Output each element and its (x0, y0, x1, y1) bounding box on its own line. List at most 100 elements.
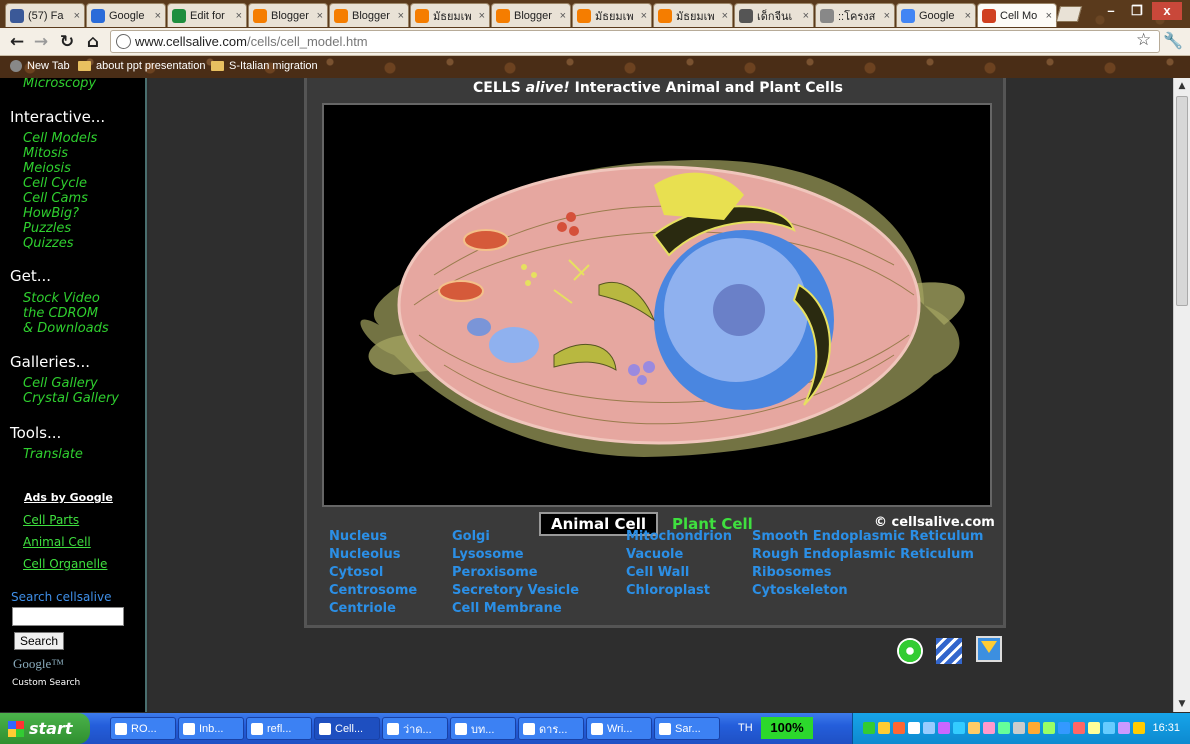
ad-link-0[interactable]: Cell Parts (23, 513, 79, 527)
tab-11[interactable]: Google × (896, 3, 976, 27)
sidebar-item-get-1[interactable]: the CDROM (23, 306, 98, 321)
address-bar[interactable]: www.cellsalive.com/cells/cell_model.htm (110, 30, 1160, 53)
tab-12[interactable]: Cell Mo × (977, 3, 1057, 27)
nucleolus-shape[interactable] (713, 284, 765, 336)
bookmark-new-tab[interactable]: New Tab (10, 60, 70, 72)
tab-2[interactable]: Edit for × (167, 3, 247, 27)
cell-part-link[interactable]: Golgi (452, 529, 490, 544)
tray-icon[interactable] (893, 722, 905, 734)
cell-part-link[interactable]: Cytosol (329, 565, 383, 580)
vertical-scrollbar[interactable]: ▲ ▼ (1173, 78, 1190, 712)
start-button[interactable]: start (0, 713, 90, 744)
tab-3[interactable]: Blogger × (248, 3, 328, 27)
tray-icon[interactable] (1133, 722, 1145, 734)
tab-10[interactable]: ::โครงส × (815, 3, 895, 27)
tab-7[interactable]: มัธยมเพ × (572, 3, 652, 27)
close-tab-icon[interactable]: × (1046, 10, 1052, 22)
sidebar-item-interactive-7[interactable]: Quizzes (23, 236, 74, 251)
cell-part-link[interactable]: Smooth Endoplasmic Reticulum (752, 529, 983, 544)
sidebar-item-interactive-6[interactable]: Puzzles (23, 221, 71, 236)
taskbar-item-1[interactable]: Inb... (178, 717, 244, 740)
sidebar-link-microscopy[interactable]: Microscopy (23, 78, 96, 91)
peroxisome-shape[interactable] (628, 364, 640, 376)
close-tab-icon[interactable]: × (965, 10, 971, 22)
tray-icon[interactable] (1118, 722, 1130, 734)
tab-4[interactable]: Blogger × (329, 3, 409, 27)
close-tab-icon[interactable]: × (722, 10, 728, 22)
tray-icon[interactable] (1058, 722, 1070, 734)
tray-icon[interactable] (968, 722, 980, 734)
taskbar-item-7[interactable]: Wri... (586, 717, 652, 740)
tray-icon[interactable] (878, 722, 890, 734)
tray-icon[interactable] (983, 722, 995, 734)
cell-part-link[interactable]: Chloroplast (626, 583, 710, 598)
close-tab-icon[interactable]: × (479, 10, 485, 22)
cdrom-icon[interactable] (897, 638, 923, 664)
cell-part-link[interactable]: Cell Wall (626, 565, 689, 580)
reload-icon[interactable]: ↻ (56, 31, 78, 53)
taskbar-item-6[interactable]: ดาร... (518, 717, 584, 740)
sidebar-item-interactive-0[interactable]: Cell Models (23, 131, 97, 146)
bookmark-italian-migration[interactable]: S-Italian migration (211, 60, 318, 72)
tab-8[interactable]: มัธยมเพ × (653, 3, 733, 27)
taskbar-item-5[interactable]: บท... (450, 717, 516, 740)
download-icon[interactable] (976, 636, 1002, 662)
sidebar-item-interactive-2[interactable]: Meiosis (23, 161, 71, 176)
tray-icon[interactable] (1073, 722, 1085, 734)
language-indicator[interactable]: TH (738, 722, 753, 734)
tab-5[interactable]: มัธยมเพ × (410, 3, 490, 27)
tray-icon[interactable] (1028, 722, 1040, 734)
cell-part-link[interactable]: Centriole (329, 601, 396, 616)
sidebar-item-interactive-4[interactable]: Cell Cams (23, 191, 88, 206)
cell-model-viewer[interactable] (322, 103, 992, 507)
tab-6[interactable]: Blogger × (491, 3, 571, 27)
close-tab-icon[interactable]: × (398, 10, 404, 22)
sidebar-item-interactive-5[interactable]: HowBig? (23, 206, 79, 221)
taskbar-item-4[interactable]: ว่าด... (382, 717, 448, 740)
close-tab-icon[interactable]: × (317, 10, 323, 22)
cell-part-link[interactable]: Vacuole (626, 547, 683, 562)
taskbar-item-8[interactable]: Sar... (654, 717, 720, 740)
cell-part-link[interactable]: Lysosome (452, 547, 524, 562)
taskbar-item-3[interactable]: Cell... (314, 717, 380, 740)
forward-arrow-icon[interactable]: → (30, 31, 52, 53)
taskbar-item-2[interactable]: refl... (246, 717, 312, 740)
search-button[interactable]: Search (14, 632, 64, 650)
cell-part-link[interactable]: Nucleus (329, 529, 387, 544)
sidebar-item-gallery-1[interactable]: Crystal Gallery (23, 391, 119, 406)
cell-part-link[interactable]: Nucleolus (329, 547, 401, 562)
ad-link-2[interactable]: Cell Organelle (23, 557, 107, 571)
cell-part-link[interactable]: Rough Endoplasmic Reticulum (752, 547, 974, 562)
tab-9[interactable]: เด็กจีนเ × (734, 3, 814, 27)
wrench-icon[interactable]: 🔧 (1163, 31, 1183, 50)
close-tab-icon[interactable]: × (641, 10, 647, 22)
new-tab-button[interactable] (1055, 6, 1083, 22)
minimize-button[interactable]: – (1098, 2, 1124, 20)
tray-icon[interactable] (923, 722, 935, 734)
home-icon[interactable]: ⌂ (82, 31, 104, 53)
sidebar-item-tools-0[interactable]: Translate (23, 447, 83, 462)
cell-part-link[interactable]: Peroxisome (452, 565, 538, 580)
tray-icon[interactable] (998, 722, 1010, 734)
mitochondrion-shape[interactable] (438, 280, 484, 302)
search-input[interactable] (12, 607, 124, 626)
cell-part-link[interactable]: Cytoskeleton (752, 583, 848, 598)
cell-part-link[interactable]: Mitochondrion (626, 529, 732, 544)
ads-heading[interactable]: Ads by Google (24, 491, 113, 504)
close-tab-icon[interactable]: × (155, 10, 161, 22)
close-tab-icon[interactable]: × (236, 10, 242, 22)
restore-button[interactable]: ❐ (1124, 2, 1150, 20)
sidebar-item-gallery-0[interactable]: Cell Gallery (23, 376, 98, 391)
sidebar-item-get-0[interactable]: Stock Video (23, 291, 100, 306)
cell-part-link[interactable]: Centrosome (329, 583, 417, 598)
zoom-indicator[interactable]: 100% (761, 717, 813, 739)
scroll-down-arrow-icon[interactable]: ▼ (1174, 696, 1190, 712)
sidebar-item-interactive-3[interactable]: Cell Cycle (23, 176, 87, 191)
bookmark-star-icon[interactable]: ☆ (1136, 30, 1151, 50)
bookmark-about-ppt[interactable]: about ppt presentation (78, 60, 205, 72)
cell-part-link[interactable]: Secretory Vesicle (452, 583, 579, 598)
close-window-button[interactable]: x (1152, 2, 1182, 20)
close-tab-icon[interactable]: × (560, 10, 566, 22)
cell-part-link[interactable]: Cell Membrane (452, 601, 562, 616)
network-icon[interactable] (936, 638, 962, 664)
